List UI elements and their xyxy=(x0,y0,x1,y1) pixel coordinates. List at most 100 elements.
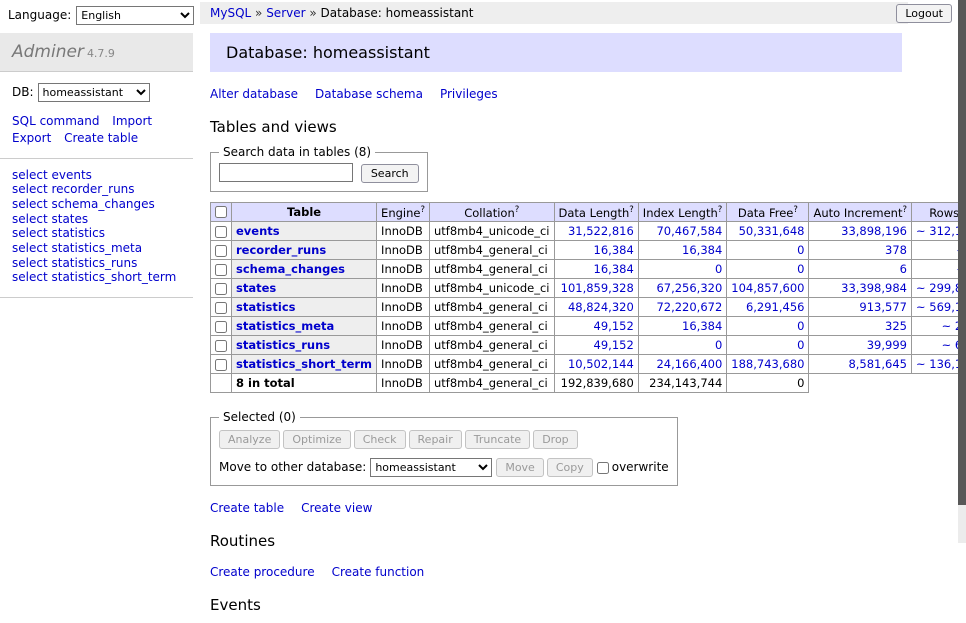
scrollbar[interactable] xyxy=(958,0,966,543)
index-length-link[interactable]: 0 xyxy=(715,338,722,352)
data-length-link[interactable]: 48,824,320 xyxy=(568,300,634,314)
auto-increment-link[interactable]: 325 xyxy=(885,319,907,333)
data-free-link[interactable]: 0 xyxy=(797,243,804,257)
help-icon[interactable]: ? xyxy=(793,205,798,215)
language-select[interactable]: English xyxy=(76,6,194,25)
select-all-checkbox[interactable] xyxy=(215,206,227,218)
column-header-engine[interactable]: Engine? xyxy=(377,202,430,222)
index-length-link[interactable]: 70,467,584 xyxy=(656,224,722,238)
truncate-button[interactable]: Truncate xyxy=(465,430,530,449)
row-checkbox[interactable] xyxy=(215,302,227,314)
data-length-link[interactable]: 31,522,816 xyxy=(568,224,634,238)
help-icon[interactable]: ? xyxy=(515,205,520,215)
sidebar-link-export[interactable]: Export xyxy=(12,131,51,145)
select-table-link[interactable]: select xyxy=(12,270,48,284)
select-table-link[interactable]: select xyxy=(12,212,48,226)
table-name-link-statistics[interactable]: statistics xyxy=(51,226,105,240)
action-privileges[interactable]: Privileges xyxy=(440,87,498,101)
sidebar-link-sql-command[interactable]: SQL command xyxy=(12,114,99,128)
auto-increment-link[interactable]: 39,999 xyxy=(867,338,907,352)
search-button[interactable]: Search xyxy=(361,164,419,183)
db-select[interactable]: homeassistant xyxy=(38,83,150,102)
drop-button[interactable]: Drop xyxy=(533,430,577,449)
auto-increment-link[interactable]: 6 xyxy=(900,262,907,276)
data-free-link[interactable]: 50,331,648 xyxy=(739,224,805,238)
row-checkbox[interactable] xyxy=(215,321,227,333)
index-length-link[interactable]: 16,384 xyxy=(682,319,722,333)
table-name-link-statistics_meta[interactable]: statistics_meta xyxy=(51,241,142,255)
link-create-function[interactable]: Create function xyxy=(332,565,425,579)
row-checkbox[interactable] xyxy=(215,359,227,371)
data-free-link[interactable]: 0 xyxy=(797,319,804,333)
link-create-view[interactable]: Create view xyxy=(301,501,372,515)
link-create-table[interactable]: Create table xyxy=(210,501,284,515)
data-length-link[interactable]: 101,859,328 xyxy=(561,281,634,295)
table-name-link-statistics_runs[interactable]: statistics_runs xyxy=(51,256,137,270)
help-icon[interactable]: ? xyxy=(902,205,907,215)
app-name[interactable]: Adminer xyxy=(12,42,84,62)
logout-button[interactable]: Logout xyxy=(896,4,952,23)
data-length-link[interactable]: 49,152 xyxy=(594,319,634,333)
scrollbar-thumb[interactable] xyxy=(958,0,966,505)
auto-increment-link[interactable]: 913,577 xyxy=(859,300,907,314)
select-table-link[interactable]: select xyxy=(12,197,48,211)
help-icon[interactable]: ? xyxy=(420,205,425,215)
optimize-button[interactable]: Optimize xyxy=(283,430,350,449)
action-database-schema[interactable]: Database schema xyxy=(315,87,423,101)
select-table-link[interactable]: select xyxy=(12,168,48,182)
table-link-statistics_short_term[interactable]: statistics_short_term xyxy=(236,357,372,371)
column-header-index-length[interactable]: Index Length? xyxy=(638,202,727,222)
repair-button[interactable]: Repair xyxy=(409,430,462,449)
table-name-link-events[interactable]: events xyxy=(51,168,91,182)
search-input[interactable] xyxy=(219,163,353,182)
table-name-link-states[interactable]: states xyxy=(51,212,88,226)
index-length-link[interactable]: 72,220,672 xyxy=(656,300,722,314)
table-link-statistics_meta[interactable]: statistics_meta xyxy=(236,319,334,333)
analyze-button[interactable]: Analyze xyxy=(219,430,280,449)
sidebar-link-import[interactable]: Import xyxy=(112,114,152,128)
select-table-link[interactable]: select xyxy=(12,256,48,270)
breadcrumb-item-server[interactable]: Server xyxy=(266,6,305,20)
auto-increment-link[interactable]: 378 xyxy=(885,243,907,257)
auto-increment-link[interactable]: 33,898,196 xyxy=(841,224,907,238)
index-length-link[interactable]: 24,166,400 xyxy=(656,357,722,371)
move-db-select[interactable]: homeassistant xyxy=(370,458,492,477)
overwrite-checkbox[interactable] xyxy=(597,462,609,474)
row-checkbox[interactable] xyxy=(215,226,227,238)
row-checkbox[interactable] xyxy=(215,283,227,295)
select-table-link[interactable]: select xyxy=(12,182,48,196)
data-free-link[interactable]: 104,857,600 xyxy=(731,281,804,295)
check-button[interactable]: Check xyxy=(354,430,406,449)
table-link-states[interactable]: states xyxy=(236,281,276,295)
column-header-data-free[interactable]: Data Free? xyxy=(727,202,809,222)
row-checkbox[interactable] xyxy=(215,264,227,276)
link-create-procedure[interactable]: Create procedure xyxy=(210,565,315,579)
auto-increment-link[interactable]: 33,398,984 xyxy=(841,281,907,295)
breadcrumb-item-mysql[interactable]: MySQL xyxy=(210,6,251,20)
copy-button[interactable]: Copy xyxy=(547,458,593,477)
row-checkbox[interactable] xyxy=(215,245,227,257)
table-link-events[interactable]: events xyxy=(236,224,280,238)
data-length-link[interactable]: 16,384 xyxy=(594,243,634,257)
action-alter-database[interactable]: Alter database xyxy=(210,87,298,101)
index-length-link[interactable]: 0 xyxy=(715,262,722,276)
column-header-auto-increment[interactable]: Auto Increment? xyxy=(809,202,912,222)
select-table-link[interactable]: select xyxy=(12,226,48,240)
table-link-schema_changes[interactable]: schema_changes xyxy=(236,262,345,276)
data-free-link[interactable]: 188,743,680 xyxy=(731,357,804,371)
index-length-link[interactable]: 67,256,320 xyxy=(656,281,722,295)
table-name-link-statistics_short_term[interactable]: statistics_short_term xyxy=(51,270,176,284)
table-link-statistics_runs[interactable]: statistics_runs xyxy=(236,338,330,352)
data-length-link[interactable]: 10,502,144 xyxy=(568,357,634,371)
auto-increment-link[interactable]: 8,581,645 xyxy=(848,357,907,371)
table-name-link-recorder_runs[interactable]: recorder_runs xyxy=(51,182,134,196)
table-link-statistics[interactable]: statistics xyxy=(236,300,296,314)
data-length-link[interactable]: 49,152 xyxy=(594,338,634,352)
column-header-data-length[interactable]: Data Length? xyxy=(554,202,638,222)
help-icon[interactable]: ? xyxy=(629,205,634,215)
row-checkbox[interactable] xyxy=(215,340,227,352)
move-button[interactable]: Move xyxy=(496,458,544,477)
data-free-link[interactable]: 0 xyxy=(797,262,804,276)
data-length-link[interactable]: 16,384 xyxy=(594,262,634,276)
index-length-link[interactable]: 16,384 xyxy=(682,243,722,257)
